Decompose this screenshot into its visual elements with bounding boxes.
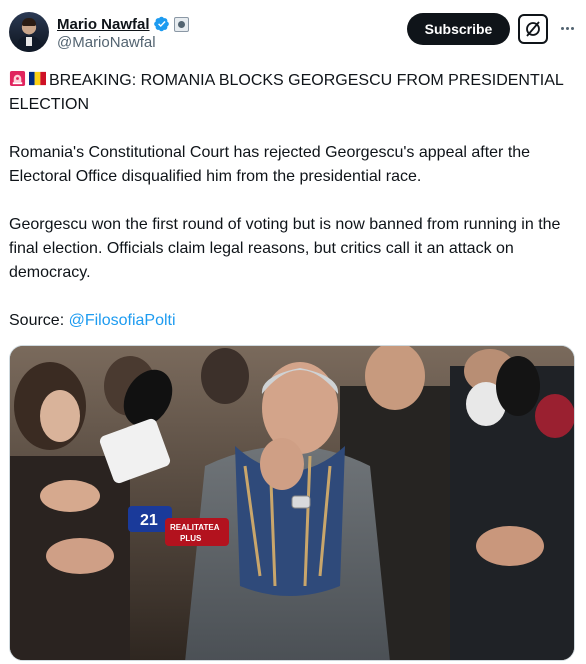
mic-label-21: 21 bbox=[140, 512, 158, 529]
mic-label-plus: PLUS bbox=[180, 534, 202, 543]
more-dots-icon bbox=[560, 26, 564, 30]
grok-button[interactable] bbox=[518, 14, 548, 44]
tweet-headline-line: BREAKING: ROMANIA BLOCKS GEORGESCU FROM … bbox=[9, 69, 575, 117]
tweet-header: Mario Nawfal @MarioNawfal Subscribe bbox=[9, 12, 577, 56]
more-options-button[interactable] bbox=[555, 16, 579, 40]
tweet-text: BREAKING: ROMANIA BLOCKS GEORGESCU FROM … bbox=[9, 69, 575, 333]
mic-label-realitatea: REALITATEA bbox=[170, 523, 220, 532]
affiliate-badge-icon[interactable] bbox=[173, 16, 189, 32]
author-name[interactable]: Mario Nawfal bbox=[57, 16, 150, 33]
source-link[interactable]: @FilosofiaPolti bbox=[69, 312, 176, 329]
verified-badge-icon bbox=[153, 16, 169, 32]
grok-icon bbox=[526, 21, 540, 37]
tweet-paragraph-2: Georgescu won the first round of voting … bbox=[9, 216, 561, 281]
man-hand bbox=[260, 438, 304, 490]
crowd-hand bbox=[40, 480, 100, 512]
author-handle[interactable]: @MarioNawfal bbox=[57, 34, 156, 51]
avatar-hair bbox=[22, 18, 36, 26]
press-scrum-photo: 21 REALITATEA PLUS bbox=[10, 346, 574, 660]
romania-flag-emoji bbox=[29, 71, 46, 86]
tweet-source: Source: @FilosofiaPolti bbox=[9, 309, 575, 333]
crowd-woman-face bbox=[40, 390, 80, 442]
more-dot bbox=[565, 26, 569, 30]
man-watch bbox=[291, 495, 311, 509]
crowd-hand bbox=[476, 526, 544, 566]
microphone bbox=[496, 356, 540, 416]
microphone-red bbox=[535, 394, 574, 438]
source-label: Source: bbox=[9, 312, 69, 329]
more-dot bbox=[570, 26, 574, 30]
avatar-collar bbox=[26, 37, 32, 46]
crowd-hand bbox=[46, 538, 114, 574]
author-avatar[interactable] bbox=[9, 12, 49, 52]
tweet-media-photo[interactable]: 21 REALITATEA PLUS bbox=[9, 345, 575, 661]
subscribe-button[interactable]: Subscribe bbox=[407, 13, 510, 45]
siren-emoji bbox=[9, 70, 26, 87]
tweet-headline: BREAKING: ROMANIA BLOCKS GEORGESCU FROM … bbox=[9, 72, 564, 113]
author-name-row: Mario Nawfal bbox=[57, 14, 189, 34]
tweet-paragraph-1: Romania's Constitutional Court has rejec… bbox=[9, 144, 531, 185]
crowd-person bbox=[201, 348, 249, 404]
